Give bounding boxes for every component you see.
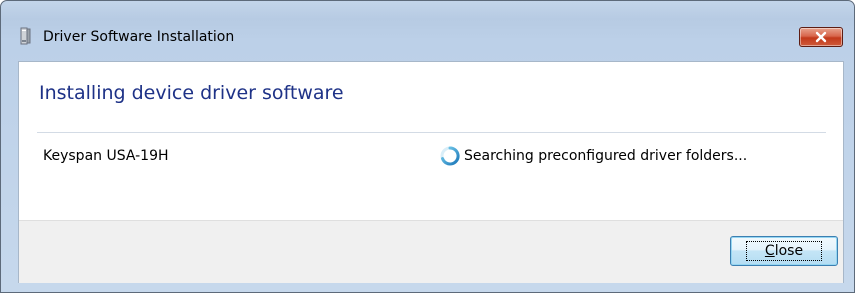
divider xyxy=(37,132,826,133)
close-x-icon xyxy=(815,28,827,47)
device-name: Keyspan USA-19H xyxy=(43,148,169,164)
device-status: Searching preconfigured driver folders..… xyxy=(464,148,748,164)
busy-spinner-icon xyxy=(440,146,460,166)
page-title: Installing device driver software xyxy=(39,82,344,104)
driver-device-icon xyxy=(18,27,36,45)
device-row: Keyspan USA-19H Searching preconfigured … xyxy=(43,146,813,168)
dialog-window: Driver Software Installation Installing … xyxy=(0,0,855,293)
window-title: Driver Software Installation xyxy=(43,29,235,45)
button-bar: Close xyxy=(19,220,843,283)
close-button[interactable]: Close xyxy=(730,236,838,266)
title-bar[interactable]: Driver Software Installation xyxy=(1,1,854,47)
close-button-label: Close xyxy=(745,241,823,261)
close-window-button[interactable] xyxy=(799,27,843,47)
dialog-content: Installing device driver software Keyspa… xyxy=(18,61,844,283)
